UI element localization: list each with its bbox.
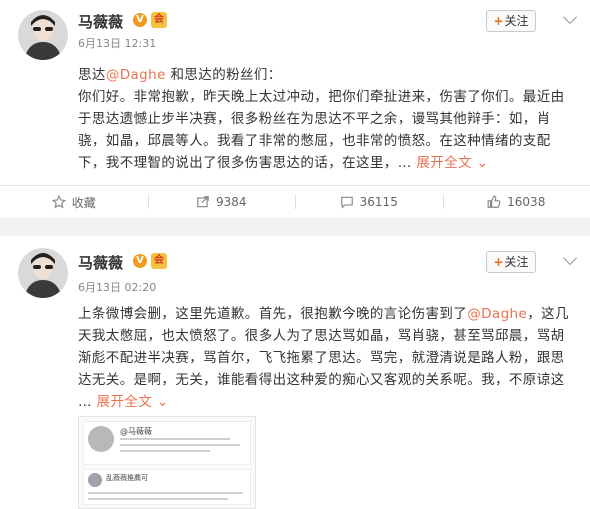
text-line: 于思达遗憾止步半决赛，很多粉丝在为思达不平之余，谩骂其他辩手：如，肖 xyxy=(78,111,551,127)
text-line: 下，我不理智的说出了很多伤害思达的话，在这里，… 展开全文 ⌄ xyxy=(78,155,489,171)
thumbs-up-icon xyxy=(487,195,501,208)
like-count: 16038 xyxy=(507,195,546,209)
text-line: 天我太憋屈，也太愤怒了。很多人为了思达骂如晶，骂肖骁，甚至骂邱晨，骂胡 xyxy=(78,328,565,344)
post-time[interactable]: 6月13日 02:20 xyxy=(78,279,156,295)
text-line xyxy=(120,438,230,440)
avatar xyxy=(88,426,114,452)
follow-label: 关注 xyxy=(504,14,529,28)
text-line: 上条微博会删，这里先道歉。首先，很抱歉今晚的言论伤害到了@Daghe，这几 xyxy=(78,306,569,322)
follow-button[interactable]: +关注 xyxy=(486,251,536,273)
mention-link[interactable]: @Daghe xyxy=(467,306,527,322)
embed-post: @马薇薇 xyxy=(83,421,251,465)
expand-full-text-link[interactable]: 展开全文 xyxy=(97,394,153,410)
comment-button[interactable]: 36115 xyxy=(295,186,443,218)
avatar[interactable] xyxy=(18,248,68,298)
chevron-down-icon: ⌄ xyxy=(471,155,489,171)
text-line xyxy=(120,444,240,446)
share-icon xyxy=(197,196,209,208)
text-line: 思达@Daghe 和思达的粉丝们： xyxy=(78,67,282,83)
expand-full-text-link[interactable]: 展开全文 xyxy=(416,155,472,171)
avatar[interactable] xyxy=(18,10,68,60)
chevron-down-icon: ⌄ xyxy=(152,394,169,410)
follow-label: 关注 xyxy=(504,255,529,269)
embed-author-name: @马薇薇 xyxy=(120,427,152,436)
chevron-down-icon[interactable] xyxy=(562,250,578,266)
text-line: … 展开全文 ⌄ xyxy=(78,394,169,410)
author-name[interactable]: 马薇薇 xyxy=(78,11,123,32)
follow-button[interactable]: +关注 xyxy=(486,10,536,32)
text-line: 达无关。是啊，无关，谁能看得出这种爱的痴心又客观的关系呢。我，不原谅这 xyxy=(78,372,565,388)
plus-icon: + xyxy=(493,255,504,269)
text-line: 骁，如晶，邱晨等人。我看了非常的憋屈，也非常的愤怒。在这种情绪的支配 xyxy=(78,133,551,149)
post-time[interactable]: 6月13日 12:31 xyxy=(78,35,156,51)
favorite-button[interactable]: 收藏 xyxy=(0,186,148,218)
post-body: 上条微博会删，这里先道歉。首先，很抱歉今晚的言论伤害到了@Daghe，这几 天我… xyxy=(78,303,583,413)
weibo-post-card: 马薇薇 V 会 6月13日 12:31 +关注 思达@Daghe 和思达的粉丝们… xyxy=(0,0,590,218)
mention-link[interactable]: @Daghe xyxy=(106,67,166,83)
verified-badge-icon: V xyxy=(133,254,147,268)
weibo-post-card: 马薇薇 V 会 6月13日 02:20 +关注 上条微博会删，这里先道歉。首先，… xyxy=(0,236,590,509)
text-line xyxy=(88,498,228,500)
verified-badge-icon: V xyxy=(133,13,147,27)
avatar xyxy=(88,473,102,487)
embed-reply: 乱薇薇推薦可 xyxy=(83,469,251,505)
comment-icon xyxy=(340,196,353,209)
share-button[interactable]: 9384 xyxy=(147,186,296,218)
member-crown-icon: 会 xyxy=(151,12,167,28)
star-icon xyxy=(51,195,66,209)
like-button[interactable]: 16038 xyxy=(442,186,590,218)
share-count: 9384 xyxy=(215,195,247,209)
text-line xyxy=(88,492,243,494)
text-line: 你们好。非常抱歉，昨天晚上太过冲动，把你们牵扯进来，伤害了你们。最近由 xyxy=(78,89,565,105)
favorite-label: 收藏 xyxy=(71,195,96,210)
embed-author-name: 乱薇薇推薦可 xyxy=(106,474,148,482)
comment-count: 36115 xyxy=(359,195,398,209)
text-line: 渐彪不配进半决赛，骂首尔，飞飞拖累了思达。骂完，就澄清说是路人粉，跟思 xyxy=(78,350,565,366)
embedded-screenshot-image[interactable]: @马薇薇 乱薇薇推薦可 xyxy=(78,416,256,509)
chevron-down-icon[interactable] xyxy=(562,9,578,25)
member-crown-icon: 会 xyxy=(151,253,167,269)
author-name[interactable]: 马薇薇 xyxy=(78,252,123,273)
text-line xyxy=(120,450,210,452)
post-body: 思达@Daghe 和思达的粉丝们： 你们好。非常抱歉，昨天晚上太过冲动，把你们牵… xyxy=(78,64,583,174)
plus-icon: + xyxy=(493,14,504,28)
action-bar: 收藏 9384 36115 16038 xyxy=(0,186,590,218)
